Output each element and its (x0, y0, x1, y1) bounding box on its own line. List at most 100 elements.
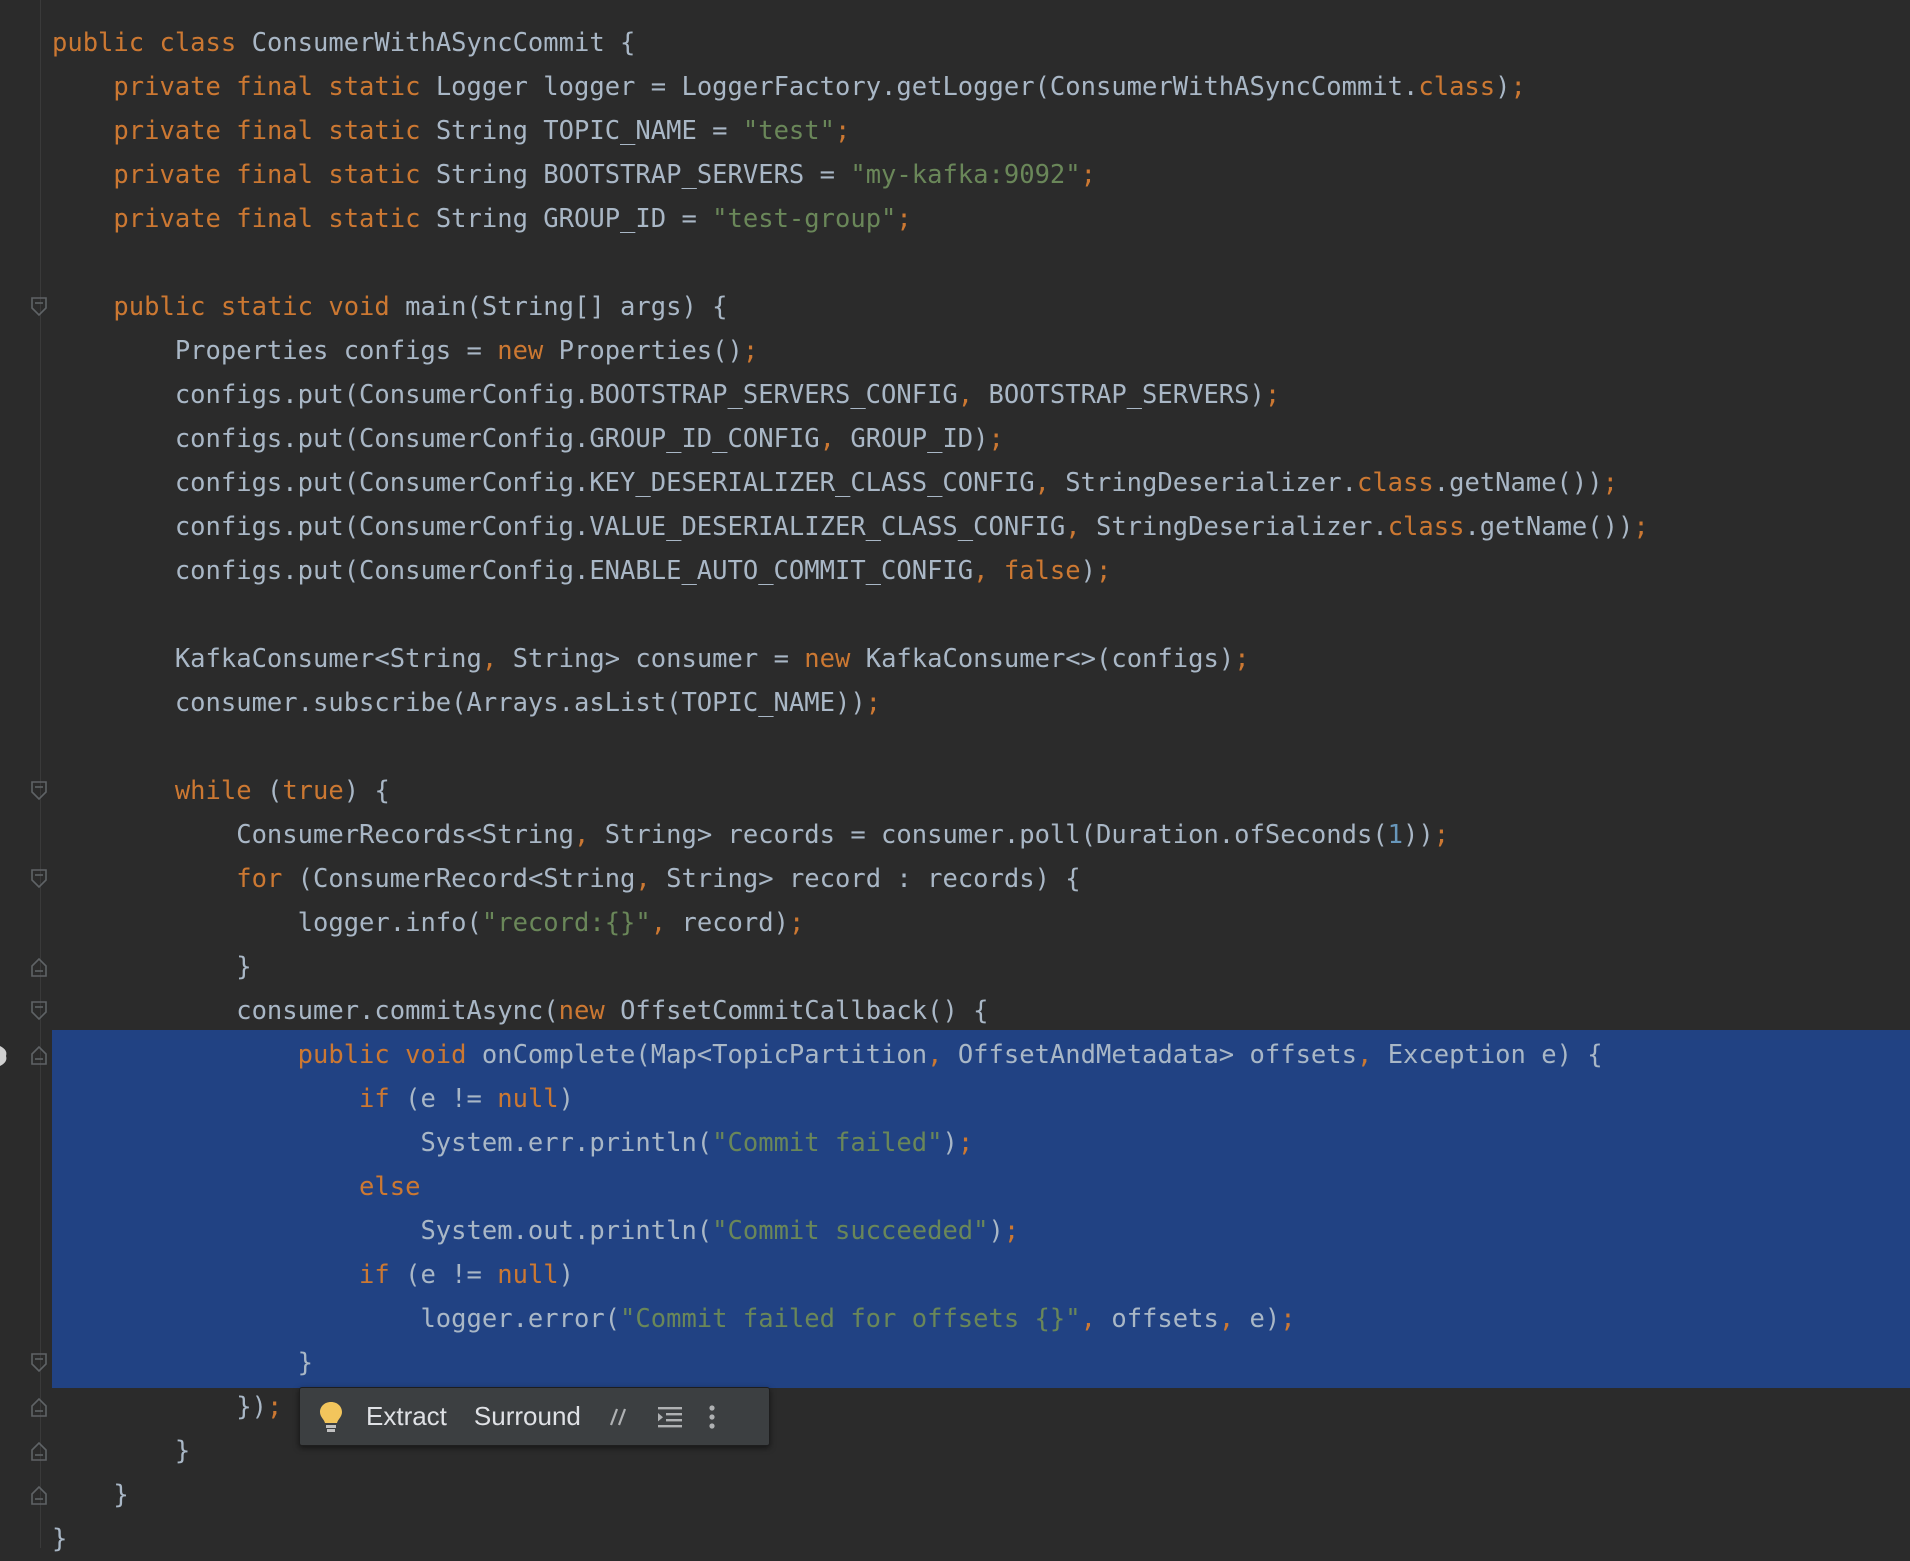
comment-icon[interactable] (608, 1405, 632, 1429)
fold-open-icon[interactable] (31, 781, 47, 801)
code-token: ) (942, 1128, 958, 1158)
code-token: ) (1495, 72, 1511, 102)
code-line[interactable]: } (52, 1341, 1910, 1385)
code-editor[interactable]: public class ConsumerWithASyncCommit { p… (0, 0, 1910, 1554)
code-line[interactable]: Properties configs = new Properties(); (52, 329, 1910, 373)
fold-close-icon[interactable] (31, 1045, 47, 1065)
code-token: logger.error( (52, 1304, 621, 1334)
code-line[interactable]: configs.put(ConsumerConfig.BOOTSTRAP_SER… (52, 373, 1910, 417)
fold-close-icon[interactable] (31, 1441, 47, 1461)
code-token: ) (988, 1216, 1004, 1246)
code-token: ; (865, 688, 882, 718)
code-token: ; (896, 204, 912, 234)
code-token: consumer.commitAsync( (52, 996, 559, 1026)
code-token: ) (558, 1260, 575, 1290)
code-line[interactable]: private final static String GROUP_ID = "… (52, 197, 1910, 241)
code-token: ; (835, 116, 851, 146)
code-line[interactable]: configs.put(ConsumerConfig.GROUP_ID_CONF… (52, 417, 1910, 461)
code-token: String BOOTSTRAP_SERVERS = (435, 160, 851, 190)
code-token: String> record : records) { (666, 864, 1081, 894)
code-line[interactable]: logger.info("record:{}", record); (52, 901, 1910, 945)
code-token: KafkaConsumer<>(configs) (865, 644, 1235, 674)
code-token: , (927, 1040, 958, 1070)
code-token: ; (1234, 644, 1250, 674)
fold-open-icon[interactable] (31, 297, 47, 317)
code-token: public class (52, 28, 252, 58)
code-line[interactable]: public class ConsumerWithASyncCommit { (52, 21, 1910, 65)
code-area[interactable]: public class ConsumerWithASyncCommit { p… (52, 21, 1910, 1561)
code-line[interactable]: } (52, 945, 1910, 989)
lightbulb-icon[interactable] (318, 1400, 344, 1434)
code-token: "test" (742, 116, 835, 146)
code-token: System.out.println( (52, 1216, 713, 1246)
code-line[interactable]: configs.put(ConsumerConfig.KEY_DESERIALI… (52, 461, 1910, 505)
fold-close-icon[interactable] (31, 1397, 47, 1417)
code-token: System.err.println( (52, 1128, 713, 1158)
code-token: new (497, 336, 559, 366)
code-line[interactable]: ConsumerRecords<String, String> records … (52, 813, 1910, 857)
fold-open-icon[interactable] (31, 1353, 47, 1373)
breakpoint-marker-icon[interactable] (0, 1040, 8, 1072)
code-token: class (1387, 512, 1465, 542)
code-token: ; (1095, 556, 1112, 586)
code-line[interactable] (52, 725, 1910, 769)
reformat-icon[interactable] (656, 1405, 684, 1429)
code-token: } (52, 1436, 191, 1466)
code-line[interactable]: } (52, 1517, 1910, 1561)
code-line[interactable]: private final static Logger logger = Log… (52, 65, 1910, 109)
fold-close-icon[interactable] (31, 957, 47, 977)
code-line[interactable]: private final static String BOOTSTRAP_SE… (52, 153, 1910, 197)
code-line[interactable]: if (e != null) (52, 1077, 1910, 1121)
code-line[interactable]: if (e != null) (52, 1253, 1910, 1297)
code-line[interactable]: public void onComplete(Map<TopicPartitio… (52, 1033, 1910, 1077)
code-token: , (957, 380, 989, 410)
code-token: "Commit succeeded" (712, 1216, 989, 1246)
code-token: , (1065, 512, 1096, 542)
code-line[interactable]: configs.put(ConsumerConfig.VALUE_DESERIA… (52, 505, 1910, 549)
code-token: ; (1264, 380, 1281, 410)
fold-open-icon[interactable] (31, 1001, 47, 1021)
code-line[interactable] (52, 241, 1910, 285)
code-line[interactable]: else (52, 1165, 1910, 1209)
code-token: 1 (1387, 820, 1404, 850)
code-token: , (1356, 1040, 1388, 1070)
code-line[interactable]: System.out.println("Commit succeeded"); (52, 1209, 1910, 1253)
code-line[interactable]: public static void main(String[] args) { (52, 285, 1910, 329)
fold-close-icon[interactable] (31, 1485, 47, 1505)
code-line[interactable]: System.err.println("Commit failed"); (52, 1121, 1910, 1165)
code-token: StringDeserializer. (1065, 468, 1357, 498)
code-line[interactable]: KafkaConsumer<String, String> consumer =… (52, 637, 1910, 681)
code-line[interactable]: } (52, 1473, 1910, 1517)
code-line[interactable]: private final static String TOPIC_NAME =… (52, 109, 1910, 153)
code-token: "test-group" (712, 204, 897, 234)
code-token: "Commit failed for offsets {}" (620, 1304, 1081, 1334)
code-token: ) { (343, 776, 390, 806)
extract-button[interactable]: Extract (366, 1401, 447, 1432)
code-token: consumer.subscribe(Arrays.asList(TOPIC_N… (52, 688, 866, 718)
code-token: "Commit failed" (712, 1128, 943, 1158)
code-token: e) (1249, 1304, 1281, 1334)
code-token: ) (558, 1084, 575, 1114)
code-line[interactable]: while (true) { (52, 769, 1910, 813)
code-line[interactable] (52, 593, 1910, 637)
code-line[interactable]: consumer.subscribe(Arrays.asList(TOPIC_N… (52, 681, 1910, 725)
surround-button[interactable]: Surround (474, 1401, 581, 1432)
code-line[interactable]: for (ConsumerRecord<String, String> reco… (52, 857, 1910, 901)
code-token: OffsetAndMetadata> offsets (957, 1040, 1357, 1070)
code-token: ( (266, 776, 283, 806)
code-line[interactable]: consumer.commitAsync(new OffsetCommitCal… (52, 989, 1910, 1033)
fold-open-icon[interactable] (31, 869, 47, 889)
code-token: offsets (1111, 1304, 1219, 1334)
code-line[interactable]: configs.put(ConsumerConfig.ENABLE_AUTO_C… (52, 549, 1910, 593)
code-token: "my-kafka:9092" (850, 160, 1081, 190)
code-line[interactable]: logger.error("Commit failed for offsets … (52, 1297, 1910, 1341)
code-token: , (650, 908, 682, 938)
code-token: .getName()) (1433, 468, 1603, 498)
more-vertical-icon[interactable] (708, 1404, 716, 1430)
code-token: true (282, 776, 344, 806)
